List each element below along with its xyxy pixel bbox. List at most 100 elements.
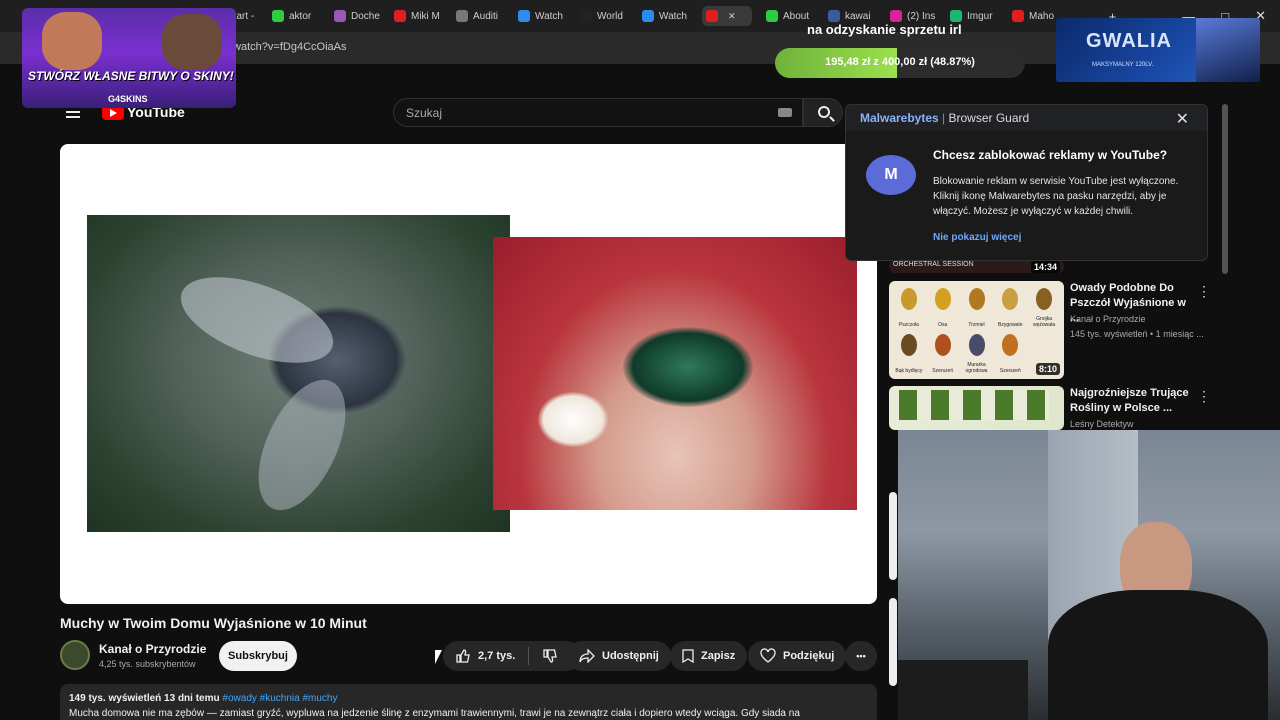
recommendation-thumbnail[interactable]: ORCHESTRAL SESSION 14:34 <box>889 260 1064 273</box>
insect-icon <box>968 334 985 356</box>
channel-row: Kanał o Przyrodzie 4,25 tys. subskrybent… <box>60 640 880 674</box>
video-player[interactable] <box>60 144 877 604</box>
insect-label: Osa <box>938 322 948 328</box>
duration-badge: 14:34 <box>1030 261 1060 273</box>
recommendation-meta: 145 tys. wyświetleń • 1 miesiąc ... <box>1070 329 1204 339</box>
streamer-shirt <box>1048 590 1268 720</box>
bookmark-icon <box>682 649 694 663</box>
description-views: 149 tys. wyświetleń 13 dni temu <box>69 693 220 704</box>
close-tab-icon[interactable]: ✕ <box>728 11 736 22</box>
browser-tab[interactable]: Watch <box>518 6 574 26</box>
recommendation-channel[interactable]: Leśny Detektyw <box>1070 419 1134 429</box>
share-icon <box>579 649 595 663</box>
like-button[interactable]: 2,7 tys. <box>455 648 515 664</box>
browser-tab[interactable]: aktor <box>272 6 328 26</box>
tab-favicon-icon <box>334 10 346 22</box>
insect-label: Bąk bydlęcy <box>895 368 923 374</box>
popup-body: Blokowanie reklam w serwisie YouTube jes… <box>933 176 1179 217</box>
more-vert-icon[interactable]: ⋮ <box>1197 283 1211 300</box>
insect-icon <box>934 334 951 356</box>
insect-icon <box>1036 288 1053 310</box>
thumbs-down-icon[interactable] <box>542 648 558 664</box>
tab-label: Miki M <box>411 10 440 22</box>
description-tags[interactable]: #owady #kuchnia #muchy <box>222 693 337 704</box>
share-button[interactable]: Udostępnij <box>567 641 671 671</box>
webcam-overlay <box>898 430 1280 720</box>
channel-name[interactable]: Kanał o Przyrodzie <box>99 642 206 656</box>
insect-cell: Szerszeń <box>926 330 960 376</box>
insect-cell: Trzmiel <box>960 284 994 330</box>
browser-tab[interactable]: World <box>580 6 636 26</box>
browser-tab[interactable]: ✕ <box>702 6 752 26</box>
recommendation-thumbnail[interactable] <box>889 598 897 686</box>
malwarebytes-header: Malwarebytes | Browser Guard <box>846 105 1207 131</box>
browser-tab[interactable]: Watch <box>642 6 698 26</box>
url-text[interactable]: /watch?v=fDg4CcOiaAs <box>230 41 346 53</box>
insect-label: Bzygowate <box>998 322 1023 328</box>
thanks-button[interactable]: Podziękuj <box>748 641 847 671</box>
insect-icon <box>968 288 985 310</box>
scrollbar[interactable] <box>1222 104 1228 274</box>
subscribe-button[interactable]: Subskrybuj <box>219 641 297 671</box>
recommendation-channel[interactable]: Kanał o Przyrodzie <box>1070 314 1146 324</box>
popup-heading: Chcesz zablokować reklamy w YouTube? <box>933 148 1168 162</box>
browser-tab[interactable]: Doche <box>334 6 390 26</box>
channel-avatar[interactable] <box>60 640 90 670</box>
save-label: Zapisz <box>701 650 736 662</box>
malwarebytes-product: Browser Guard <box>948 111 1030 125</box>
insect-label: Gnojka wężowata <box>1032 316 1056 328</box>
thumbs-up-icon <box>456 649 470 663</box>
tab-label: Watch <box>659 10 687 22</box>
malwarebytes-logo-icon: M <box>866 155 916 195</box>
insect-label: Szerszeń <box>999 368 1021 374</box>
tab-label: Doche <box>351 10 380 22</box>
insect-label: Pszczoła <box>898 322 919 328</box>
insect-cell: Bąk bydlęcy <box>892 330 926 376</box>
video-title: Muchy w Twoim Domu Wyjaśnione w 10 Minut <box>60 615 367 631</box>
recommendation-thumbnail[interactable]: Pszczoła Osa Trzmiel Bzygowate Gnojka wężowa… <box>889 281 1064 379</box>
greenbottle-fly-photo <box>493 237 857 510</box>
insect-cell: Gnojka wężowata <box>1027 284 1061 330</box>
promo-text: STWÓRZ WŁASNE BITWY O SKINY! <box>28 69 234 83</box>
insect-icon <box>934 288 951 310</box>
tab-label: aktor <box>289 10 312 22</box>
desk <box>898 660 1028 720</box>
browser-tab[interactable]: Auditi <box>456 6 512 26</box>
close-icon[interactable]: ✕ <box>1176 109 1189 129</box>
tab-label: World <box>597 10 623 22</box>
duration-badge: 8:10 <box>1035 363 1060 375</box>
plants-image <box>899 390 1049 420</box>
tab-label: Watch <box>535 10 563 22</box>
promo-brand: G4SKINS <box>108 94 148 104</box>
insect-cell: Murarka ogrodowa <box>960 330 994 376</box>
search-input[interactable]: Szukaj <box>393 98 803 127</box>
search-button[interactable] <box>803 98 843 127</box>
insect-cell: Osa <box>926 284 960 330</box>
search-icon <box>818 106 830 118</box>
promo-banner: STWÓRZ WŁASNE BITWY O SKINY! G4SKINS <box>22 8 236 108</box>
insect-label: Trzmiel <box>968 322 985 328</box>
keyboard-icon[interactable] <box>778 108 792 117</box>
tab-favicon-icon <box>456 10 468 22</box>
insect-cell: Pszczoła <box>892 284 926 330</box>
warrior-illustration <box>1196 18 1260 82</box>
tab-favicon-icon <box>706 10 718 22</box>
malwarebytes-brand: Malwarebytes <box>860 111 939 125</box>
recommendation-thumbnail[interactable] <box>889 492 897 580</box>
description-box[interactable]: 149 tys. wyświetleń 13 dni temu #owady #… <box>60 684 877 720</box>
insect-icon <box>901 288 917 310</box>
description-text: Mucha domowa nie ma zębów — zamiast gryź… <box>69 708 800 719</box>
more-vert-icon[interactable]: ⋮ <box>1197 388 1211 405</box>
recommendation-thumbnail[interactable] <box>889 386 1064 430</box>
fly-eggs <box>538 392 608 447</box>
malwarebytes-popup: Malwarebytes | Browser Guard ✕ M Chcesz … <box>845 104 1208 261</box>
save-button[interactable]: Zapisz <box>670 641 748 671</box>
browser-tab[interactable]: Miki M <box>394 6 450 26</box>
like-dislike-group: 2,7 tys. <box>443 641 581 671</box>
dont-show-again-link[interactable]: Nie pokazuj więcej <box>933 232 1021 243</box>
housefly-photo <box>87 215 510 532</box>
fighter-illustration <box>42 12 102 70</box>
donation-goal-title: na odzyskanie sprzetu irl <box>807 22 962 37</box>
recommendation-title[interactable]: Najgroźniejsze Trujące Rośliny w Polsce … <box>1070 386 1195 416</box>
more-actions-button[interactable]: ••• <box>845 641 877 671</box>
